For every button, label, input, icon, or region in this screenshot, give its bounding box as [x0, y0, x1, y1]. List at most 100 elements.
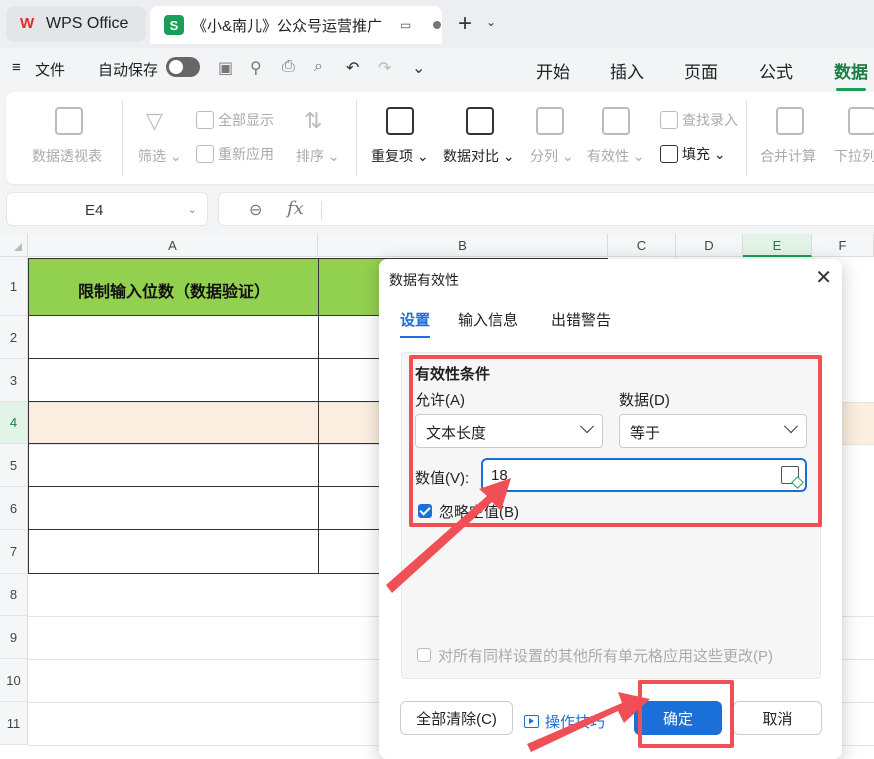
- column-header-e[interactable]: E: [743, 234, 812, 257]
- filter-label: 筛选: [138, 148, 166, 164]
- reapply-label: 重新应用: [218, 146, 274, 162]
- column-header-f[interactable]: F: [812, 234, 874, 257]
- show-all-button[interactable]: 全部显示: [196, 110, 274, 130]
- cell-border: [318, 259, 319, 317]
- filter-funnel-icon: ▽: [146, 108, 163, 133]
- row-header-9[interactable]: 9: [0, 616, 28, 659]
- name-box-value: E4: [85, 202, 104, 219]
- column-header-b[interactable]: B: [318, 234, 608, 257]
- fill-down-icon: [660, 145, 678, 163]
- tips-label: 操作技巧: [545, 714, 606, 731]
- name-box[interactable]: E4 ⌄: [6, 192, 208, 226]
- compare-button[interactable]: 数据对比 ⌄: [443, 146, 515, 166]
- validity-button[interactable]: 有效性 ⌄: [587, 146, 645, 166]
- table-column-border: [318, 316, 319, 573]
- row-header-3[interactable]: 3: [0, 359, 28, 402]
- select-all-corner[interactable]: [0, 234, 28, 257]
- lookup-entry-button[interactable]: 查找录入: [660, 110, 738, 130]
- cancel-button[interactable]: 取消: [733, 701, 822, 735]
- pivot-table-button[interactable]: 数据透视表: [32, 146, 102, 166]
- compare-label: 数据对比: [443, 148, 499, 164]
- tab-wps-home[interactable]: W WPS Office: [6, 6, 146, 42]
- redo-icon[interactable]: ↷: [378, 58, 391, 78]
- name-box-chevron-icon[interactable]: ⌄: [188, 203, 197, 216]
- tab-home-label: WPS Office: [46, 15, 129, 32]
- split-label: 分列: [530, 148, 558, 164]
- print-icon[interactable]: ⎙: [282, 58, 295, 76]
- ribbon-separator: [122, 100, 123, 176]
- autosave-label: 自动保存: [98, 62, 159, 79]
- validity-icon: [602, 107, 630, 135]
- ribbon-tab-data[interactable]: 数据: [834, 58, 868, 91]
- tab-document-label: 《小&南儿》公众号运营推广: [192, 17, 383, 35]
- tab-error-alert[interactable]: 出错警告: [551, 309, 611, 330]
- validity-label: 有效性: [587, 148, 629, 164]
- dialog-title: 数据有效性: [389, 272, 459, 288]
- tab-input-message[interactable]: 输入信息: [458, 309, 518, 330]
- tips-link[interactable]: 操作技巧: [524, 711, 605, 732]
- print-preview-icon[interactable]: ⌕: [314, 58, 323, 76]
- tab-list-chevron-icon[interactable]: ⌄: [486, 15, 496, 29]
- compare-icon: [466, 107, 494, 135]
- wps-logo-icon: W: [20, 15, 35, 32]
- row-header-2[interactable]: 2: [0, 316, 28, 359]
- row-header-10[interactable]: 10: [0, 659, 28, 702]
- filter-button[interactable]: 筛选 ⌄: [138, 146, 182, 166]
- row-header-7[interactable]: 7: [0, 530, 28, 574]
- ribbon-tab-home[interactable]: 开始: [536, 58, 570, 83]
- file-menu[interactable]: 文件: [35, 59, 65, 80]
- ribbon-toolbar: [6, 92, 874, 184]
- split-column-button[interactable]: 分列 ⌄: [530, 146, 574, 166]
- undo-icon[interactable]: ↶: [346, 58, 359, 78]
- tab-document[interactable]: S 《小&南儿》公众号运营推广 ▭: [150, 6, 442, 44]
- reapply-button[interactable]: 重新应用: [196, 144, 274, 164]
- row-header-5[interactable]: 5: [0, 444, 28, 487]
- close-icon[interactable]: ✕: [815, 265, 832, 290]
- row-header-8[interactable]: 8: [0, 574, 28, 616]
- sort-button[interactable]: 排序 ⌄: [296, 146, 340, 166]
- sort-icon: ⇅: [304, 108, 323, 133]
- duplicates-label: 重复项: [371, 148, 413, 164]
- formula-bar[interactable]: ⊖ fx: [218, 192, 874, 226]
- title-bar: W WPS Office S 《小&南儿》公众号运营推广 ▭ + ⌄: [0, 0, 874, 48]
- tab-settings[interactable]: 设置: [400, 309, 431, 338]
- row-header-4[interactable]: 4: [0, 402, 28, 444]
- annotation-highlight-box: [409, 355, 822, 527]
- row-header-1[interactable]: 1: [0, 257, 28, 316]
- column-header-c[interactable]: C: [608, 234, 676, 257]
- dropdown-list-icon: [848, 107, 874, 135]
- row-header-6[interactable]: 6: [0, 487, 28, 530]
- lookup-label: 查找录入: [682, 112, 738, 128]
- ribbon-tab-formula[interactable]: 公式: [759, 58, 793, 83]
- duplicates-button[interactable]: 重复项 ⌄: [371, 146, 429, 166]
- more-chevron-icon[interactable]: ⌄: [412, 58, 425, 78]
- new-tab-plus-icon[interactable]: +: [458, 10, 472, 38]
- consolidate-button[interactable]: 合并计算: [760, 146, 816, 166]
- share-icon[interactable]: ⚲: [250, 58, 262, 78]
- dropdown-list-button[interactable]: 下拉列: [834, 146, 874, 166]
- annotation-highlight-box: [638, 680, 734, 748]
- menu-bar: ≡ 文件 自动保存: [0, 48, 874, 90]
- monitor-icon: ▭: [400, 18, 412, 32]
- unsaved-dot-icon[interactable]: [433, 21, 442, 29]
- pivot-table-icon: [55, 107, 83, 135]
- ribbon-separator: [746, 100, 747, 176]
- column-header-a[interactable]: A: [28, 234, 318, 257]
- ribbon-separator: [356, 100, 357, 176]
- apply-all-checkbox[interactable]: [417, 648, 431, 662]
- column-header-d[interactable]: D: [676, 234, 743, 257]
- hamburger-menu-icon[interactable]: ≡: [12, 59, 21, 76]
- fill-button[interactable]: 填充 ⌄: [660, 144, 726, 164]
- zoom-search-icon[interactable]: ⊖: [249, 200, 262, 220]
- ribbon-tab-page[interactable]: 页面: [684, 58, 718, 83]
- split-column-icon: [536, 107, 564, 135]
- sort-label: 排序: [296, 148, 324, 164]
- reapply-icon: [196, 145, 214, 163]
- fx-icon[interactable]: fx: [287, 198, 304, 219]
- clear-all-button[interactable]: 全部清除(C): [400, 701, 513, 735]
- row-header-11[interactable]: 11: [0, 702, 28, 745]
- ribbon-tab-insert[interactable]: 插入: [610, 58, 644, 83]
- consolidate-icon: [776, 107, 804, 135]
- save-icon[interactable]: ▣: [218, 58, 233, 78]
- autosave-toggle[interactable]: [166, 57, 200, 77]
